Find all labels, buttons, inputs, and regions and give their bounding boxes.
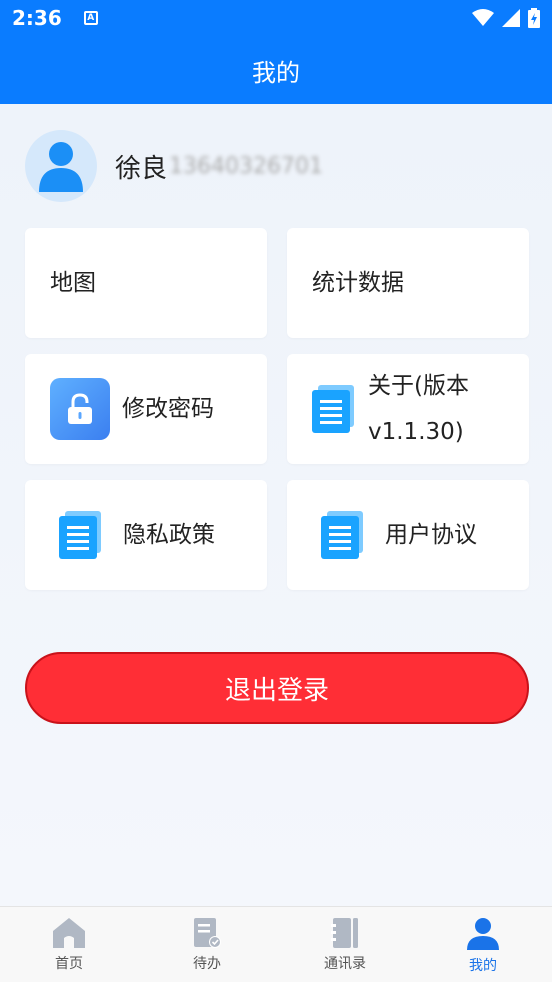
home-icon <box>53 918 85 948</box>
privacy-policy-card[interactable]: 隐私政策 <box>25 480 267 590</box>
about-label: 关于(版本v1.1.30) <box>368 373 469 445</box>
logout-label: 退出登录 <box>224 675 329 706</box>
profile-section[interactable]: 徐良 13640326701 <box>25 130 323 202</box>
tab-contacts[interactable]: 通讯录 <box>276 907 414 982</box>
map-card[interactable]: 地图 <box>25 228 267 338</box>
change-password-card[interactable]: 修改密码 <box>25 354 267 464</box>
lock-icon <box>50 378 110 440</box>
profile-phone: 13640326701 <box>169 153 323 179</box>
todo-icon <box>194 918 221 948</box>
document-icon <box>59 511 101 559</box>
tab-label: 首页 <box>55 956 83 972</box>
tab-label: 通讯录 <box>324 956 366 972</box>
a-box-icon: A <box>83 11 98 25</box>
bottom-tab-bar: 首页 待办 通讯录 我的 <box>0 906 552 982</box>
logout-button[interactable]: 退出登录 <box>25 652 529 724</box>
status-time: 2:36 <box>12 6 62 30</box>
map-label: 地图 <box>50 270 96 296</box>
document-icon <box>312 385 354 433</box>
battery-icon <box>528 8 540 28</box>
page-title: 我的 <box>252 58 300 87</box>
tab-home[interactable]: 首页 <box>0 907 138 982</box>
tab-todo[interactable]: 待办 <box>138 907 276 982</box>
change-password-label: 修改密码 <box>122 396 214 422</box>
user-agreement-label: 用户协议 <box>385 522 477 548</box>
page-header: 我的 <box>0 36 552 104</box>
user-icon <box>467 918 499 950</box>
document-icon <box>321 511 363 559</box>
user-avatar-icon <box>39 142 83 192</box>
stats-card[interactable]: 统计数据 <box>287 228 529 338</box>
signal-icon <box>502 9 520 27</box>
profile-name: 徐良 <box>115 153 168 184</box>
wifi-icon <box>472 9 494 26</box>
avatar[interactable] <box>25 130 97 202</box>
status-icons <box>472 8 540 28</box>
contacts-icon <box>331 918 358 948</box>
about-card[interactable]: 关于(版本v1.1.30) <box>287 354 529 464</box>
tab-mine[interactable]: 我的 <box>414 907 552 982</box>
status-bar: 2:36 A <box>0 0 552 36</box>
tab-label: 待办 <box>193 956 221 972</box>
user-agreement-card[interactable]: 用户协议 <box>287 480 529 590</box>
privacy-policy-label: 隐私政策 <box>123 522 215 548</box>
tab-label: 我的 <box>469 958 497 974</box>
main-content: 徐良 13640326701 地图 统计数据 修改密码 关于(版本v1.1.30… <box>0 104 552 906</box>
stats-label: 统计数据 <box>312 270 404 296</box>
